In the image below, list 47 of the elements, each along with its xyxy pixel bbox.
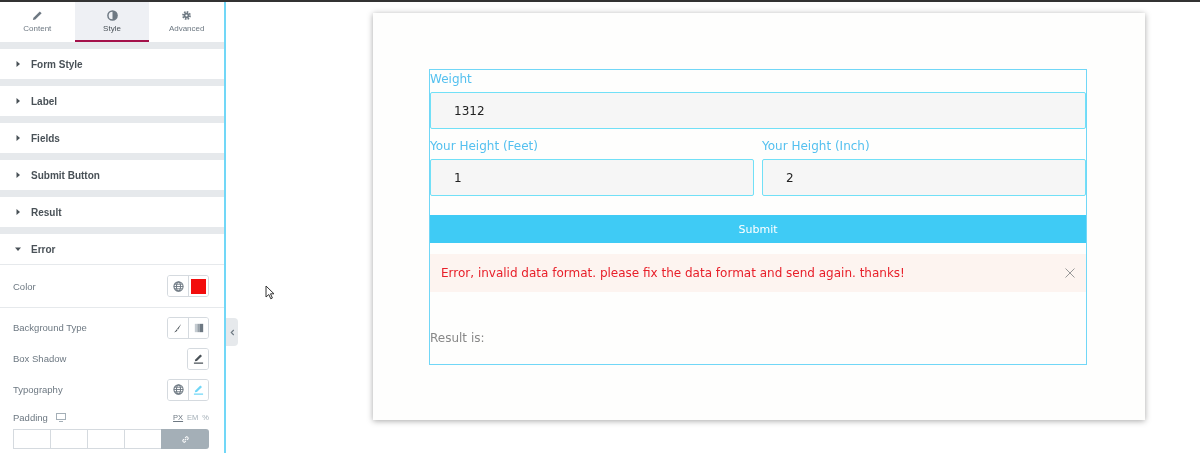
section-header[interactable]: Result	[0, 197, 224, 227]
gradient-button[interactable]	[188, 317, 208, 338]
gear-icon	[181, 9, 193, 21]
pencil-icon	[192, 353, 204, 364]
contrast-icon	[106, 9, 118, 21]
caret-icon	[15, 61, 21, 67]
field-label: Your Height (Inch)	[762, 139, 871, 153]
globe-icon	[172, 384, 184, 395]
padding-field[interactable]	[87, 429, 124, 449]
color-swatch[interactable]	[188, 276, 208, 296]
panel-tab[interactable]: Style	[74, 2, 150, 42]
globe-icon	[172, 280, 184, 292]
control-label: Typography	[13, 384, 63, 395]
field-label: Weight	[430, 72, 473, 86]
padding-field[interactable]	[13, 429, 50, 449]
error-text: Error, invalid data format. please fix the data format and send again. thanks!	[441, 266, 906, 280]
close-icon[interactable]	[1065, 268, 1075, 278]
section-header[interactable]: Label	[0, 86, 224, 116]
link-icon	[180, 434, 190, 444]
edit-button[interactable]	[188, 348, 208, 369]
section-header[interactable]: Submit Button	[0, 160, 224, 190]
control-label: Padding	[13, 411, 48, 423]
monitor-icon	[55, 412, 66, 422]
caret-icon	[15, 98, 21, 104]
control-label: Background Type	[13, 322, 87, 333]
field-label: Your Height (Feet)	[430, 139, 539, 153]
input-field[interactable]: 1	[430, 159, 754, 196]
input-field[interactable]: 1312	[430, 92, 1086, 129]
control-label: Box Shadow	[13, 353, 67, 364]
section-header[interactable]: Error	[0, 234, 224, 264]
cursor-icon	[265, 285, 275, 300]
collapse-handle[interactable]	[226, 318, 238, 346]
section-header[interactable]: Form Style	[0, 49, 224, 79]
caret-icon	[15, 172, 21, 178]
control-label: Color	[13, 280, 36, 292]
pencil-icon	[31, 9, 43, 21]
padding-field[interactable]	[50, 429, 87, 449]
caret-icon	[15, 135, 21, 141]
link-button[interactable]	[161, 429, 209, 449]
result-label: Result is:	[430, 331, 486, 345]
pencil-icon	[193, 384, 204, 395]
chevron-icon	[229, 328, 235, 336]
input-field[interactable]: 2	[762, 159, 1086, 196]
caret-icon	[15, 209, 21, 215]
section-header[interactable]: Fields	[0, 123, 224, 153]
caret-icon	[15, 246, 21, 252]
gradient-icon	[193, 322, 204, 333]
